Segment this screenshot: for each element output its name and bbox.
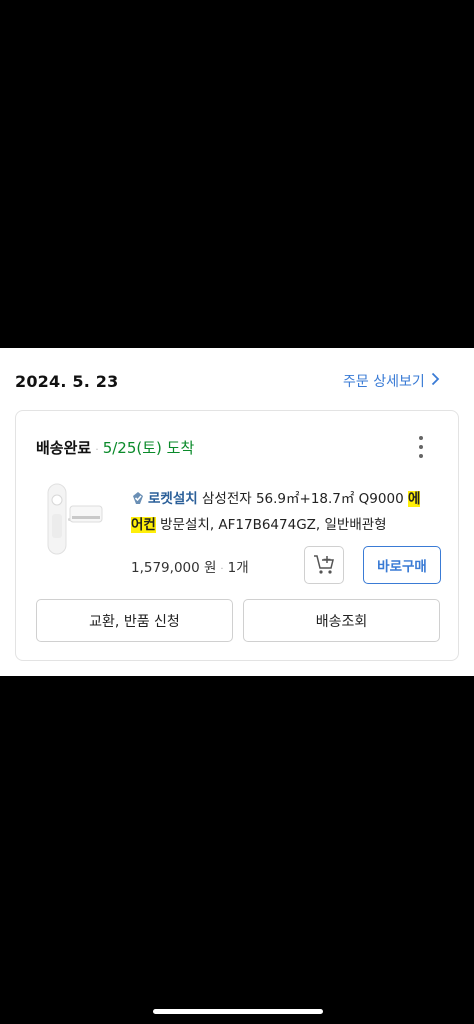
buy-now-button[interactable]: 바로구매 (363, 546, 441, 584)
exchange-return-button[interactable]: 교환, 반품 신청 (36, 599, 233, 642)
rocket-install-badge: 로켓설치 (131, 491, 198, 507)
order-date: 2024. 5. 23 (15, 372, 119, 391)
delivery-status: 배송완료 · 5/25(토) 도착 (36, 437, 194, 458)
product-name-part1: 삼성전자 56.9㎡+18.7㎡ Q9000 (201, 491, 404, 507)
order-detail-link[interactable]: 주문 상세보기 (343, 371, 440, 391)
rocket-install-label: 로켓설치 (148, 491, 198, 507)
product-quantity: 1개 (227, 560, 249, 576)
product-price: 1,579,000 원 (131, 560, 217, 576)
add-to-cart-button[interactable] (304, 546, 344, 584)
home-indicator[interactable] (153, 1009, 323, 1014)
rocket-install-icon (133, 492, 143, 504)
chevron-right-icon (431, 372, 440, 390)
product-name-part2: 방문설치, AF17B6474GZ, 일반배관형 (160, 517, 387, 533)
product-image[interactable] (36, 478, 118, 560)
arrival-date: 5/25(토) 도착 (102, 439, 195, 457)
price-separator: · (220, 564, 224, 575)
more-vertical-icon[interactable] (414, 436, 428, 458)
track-delivery-button[interactable]: 배송조회 (243, 599, 440, 642)
add-to-cart-icon (314, 555, 334, 574)
price-quantity: 1,579,000 원 · 1개 (131, 556, 249, 576)
order-detail-label: 주문 상세보기 (343, 374, 425, 390)
status-separator: · (95, 443, 99, 456)
status-label: 배송완료 (36, 439, 92, 457)
product-title[interactable]: 로켓설치 삼성전자 56.9㎡+18.7㎡ Q9000 에어컨 방문설치, AF… (131, 486, 431, 538)
